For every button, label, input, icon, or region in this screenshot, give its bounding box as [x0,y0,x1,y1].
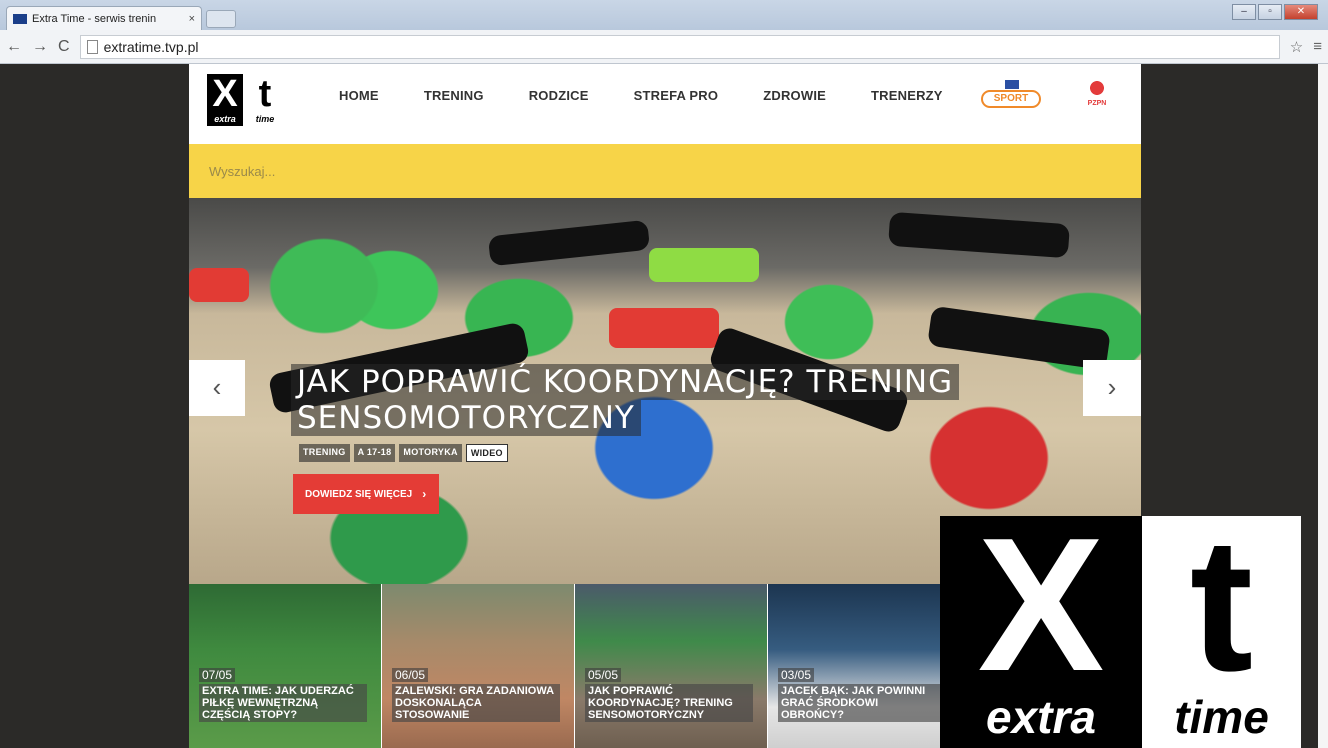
hero-figure [609,308,719,348]
page-icon [86,39,98,54]
close-window-button[interactable]: ✕ [1284,4,1318,20]
browser-menu-icon[interactable]: ≡ [1313,38,1322,55]
right-edge-strip [1318,64,1328,748]
logo-x-letter: X [212,73,238,115]
pzpn-emblem-icon [1085,76,1109,100]
logo-x-word: extra [214,114,236,124]
browser-tab-bar: Extra Time - serwis trenin × – ▫ ✕ [0,0,1328,30]
tag-motoryka[interactable]: MOTORYKA [399,444,462,462]
article-tile[interactable]: 03/05 JACEK BĄK: JAK POWINNI GRAĆ ŚRODKO… [768,584,960,748]
bookmark-star-icon[interactable]: ☆ [1290,38,1303,56]
reload-icon[interactable]: C [58,38,70,56]
slider-next-button[interactable]: › [1083,360,1141,416]
hero-tags: TRENING A 17-18 MOTORYKA WIDEO [299,444,508,462]
article-date: 03/05 [778,668,815,682]
back-icon[interactable]: ← [6,38,22,56]
nav-trening[interactable]: TRENING [424,88,484,103]
nav-zdrowie[interactable]: ZDROWIE [763,88,826,103]
overlay-logo-x-word: extra [986,691,1096,743]
tag-trening[interactable]: TRENING [299,444,350,462]
tab-title: Extra Time - serwis trenin [32,12,157,25]
article-date: 07/05 [199,668,236,682]
tvp-icon [1005,80,1019,89]
search-bar [189,144,1141,198]
slider-prev-button[interactable]: ‹ [189,360,245,416]
tvp-sport-logo[interactable]: SPORT [981,80,1041,110]
article-caption: EXTRA TIME: JAK UDERZAĆ PIŁKĘ WEWNĘTRZNĄ… [199,684,367,722]
article-caption: JAK POPRAWIĆ KOORDYNACJĘ? TRENING SENSOM… [585,684,753,722]
site-header: X extra t time HOME TRENING RODZICE STRE… [189,64,1141,144]
overlay-logo-x-block: X extra [940,510,1142,748]
article-date: 05/05 [585,668,622,682]
url-text: extratime.tvp.pl [103,38,199,55]
maximize-button[interactable]: ▫ [1258,4,1282,20]
article-date: 06/05 [392,668,429,682]
hero-figure [487,219,651,267]
read-more-button[interactable]: DOWIEDZ SIĘ WIĘCEJ › [293,474,439,514]
article-caption: ZALEWSKI: GRA ZADANIOWA DOSKONALĄCA STOS… [392,684,560,722]
hero-figure [888,211,1070,259]
logo-t-letter: t [258,73,272,115]
search-input[interactable] [209,163,809,179]
nav-strefa-pro[interactable]: STREFA PRO [634,88,719,103]
pzpn-logo[interactable]: PZPN [1083,76,1111,114]
main-nav: HOME TRENING RODZICE STREFA PRO ZDROWIE … [339,88,988,103]
new-tab-button[interactable] [206,10,236,28]
article-tile[interactable]: 05/05 JAK POPRAWIĆ KOORDYNACJĘ? TRENING … [575,584,767,748]
logo-t-word: time [255,114,275,124]
favicon-icon [13,13,27,24]
overlay-logo: X extra t time [940,510,1301,748]
logo-x-block: X extra [207,74,243,126]
nav-home[interactable]: HOME [339,88,379,103]
tag-wideo[interactable]: WIDEO [465,444,508,462]
hero-figure [649,248,759,282]
forward-icon[interactable]: → [32,38,48,56]
overlay-logo-t-letter: t [1189,499,1254,711]
minimize-button[interactable]: – [1232,4,1256,20]
article-tile[interactable]: 07/05 EXTRA TIME: JAK UDERZAĆ PIŁKĘ WEWN… [189,584,381,748]
nav-rodzice[interactable]: RODZICE [529,88,589,103]
overlay-logo-t-block: t time [1142,510,1301,748]
tab-close-icon[interactable]: × [189,13,195,25]
article-tile[interactable]: 06/05 ZALEWSKI: GRA ZADANIOWA DOSKONALĄC… [382,584,574,748]
nav-trenerzy[interactable]: TRENERZY [871,88,943,103]
overlay-logo-x-letter: X [977,499,1105,711]
read-more-label: DOWIEDZ SIĘ WIĘCEJ [305,488,413,500]
overlay-logo-t-word: time [1174,691,1269,743]
site-logo[interactable]: X extra t time [207,74,287,126]
address-bar-row: ← → C extratime.tvp.pl ☆ ≡ [0,30,1328,64]
logo-t-block: t time [247,74,283,126]
chevron-right-icon: › [422,487,427,501]
window-controls: – ▫ ✕ [1232,4,1318,20]
article-caption: JACEK BĄK: JAK POWINNI GRAĆ ŚRODKOWI OBR… [778,684,946,722]
tag-a-17-18[interactable]: A 17-18 [353,444,396,462]
pzpn-text: PZPN [1087,100,1107,107]
browser-tab[interactable]: Extra Time - serwis trenin × [6,6,202,30]
url-field[interactable]: extratime.tvp.pl [79,34,1280,59]
hero-title-text: JAK POPRAWIĆ KOORDYNACJĘ? TRENING SENSOM… [291,364,960,436]
hero-title[interactable]: JAK POPRAWIĆ KOORDYNACJĘ? TRENING SENSOM… [291,364,1031,436]
tvp-sport-text: SPORT [981,90,1041,108]
hero-figure [189,268,249,302]
